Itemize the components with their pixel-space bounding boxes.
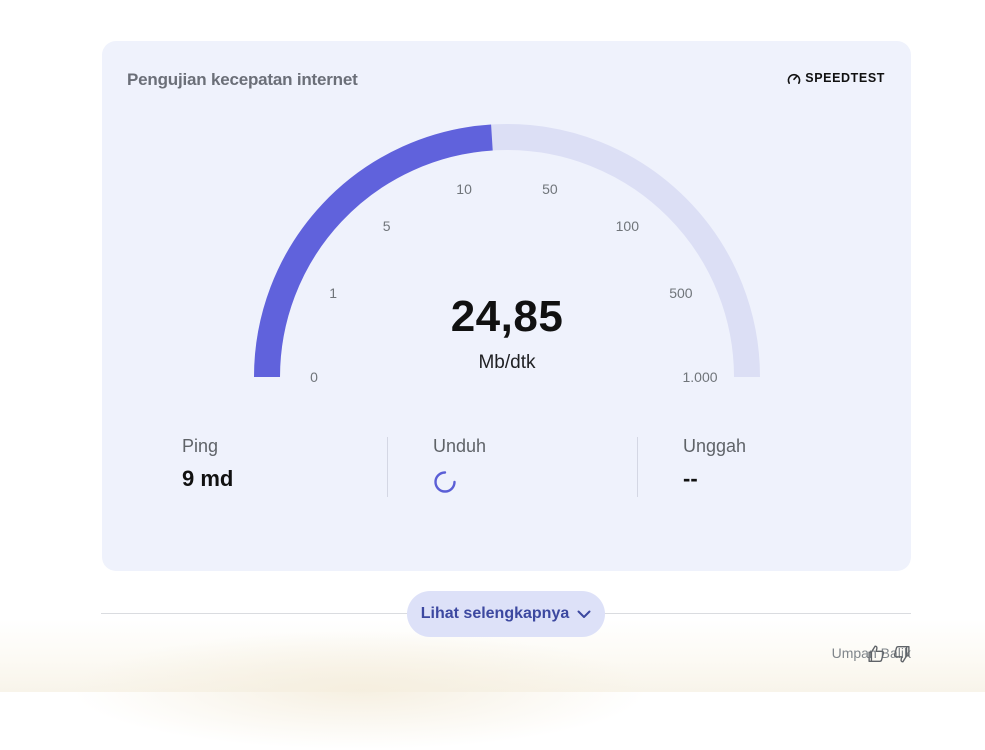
thumb-down-button[interactable] (891, 643, 913, 665)
gauge-tick: 5 (382, 218, 391, 235)
stat-divider (637, 437, 638, 497)
speed-value: 24,85 (450, 292, 564, 341)
chevron-down-icon (577, 610, 591, 618)
thumb-up-icon (868, 645, 885, 663)
gauge-tick: 100 (615, 218, 639, 235)
thumb-up-button[interactable] (865, 643, 887, 665)
upload-stat: Unggah -- (683, 436, 746, 498)
upload-value: -- (683, 466, 698, 491)
show-more-label: Lihat selengkapnya (420, 605, 570, 622)
gauge-tick: 1.000 (682, 369, 718, 385)
ping-stat: Ping 9 md (182, 436, 233, 498)
gauge-tick: 1 (329, 285, 337, 302)
download-label: Unduh (433, 436, 487, 456)
loading-spinner-icon (434, 471, 456, 493)
speed-stats: Ping 9 md Unduh Unggah -- (102, 436, 911, 498)
gauge-tick: 500 (669, 285, 693, 302)
speedtest-card: Pengujian kecepatan internet SPEEDTEST 0… (102, 41, 911, 571)
gauge-tick: 0 (310, 369, 318, 385)
gauge-tick: 50 (542, 180, 558, 197)
ping-label: Ping (182, 436, 219, 456)
ping-value: 9 md (182, 466, 234, 491)
speed-gauge (254, 124, 760, 378)
show-more-button[interactable]: Lihat selengkapnya (407, 591, 605, 637)
thumb-down-icon (893, 645, 910, 663)
stat-divider (387, 437, 388, 497)
upload-label: Unggah (683, 436, 747, 456)
speed-unit: Mb/dtk (478, 352, 536, 373)
download-stat: Unduh (433, 436, 486, 498)
gauge-tick: 10 (456, 180, 472, 197)
